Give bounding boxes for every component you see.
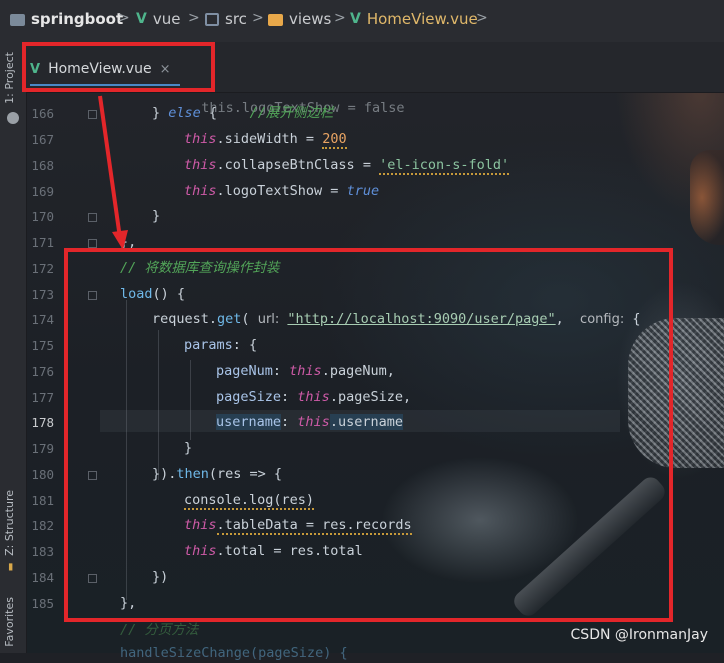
annotation-arrow xyxy=(98,95,128,250)
watermark: CSDN @IronmanJay xyxy=(570,627,708,643)
